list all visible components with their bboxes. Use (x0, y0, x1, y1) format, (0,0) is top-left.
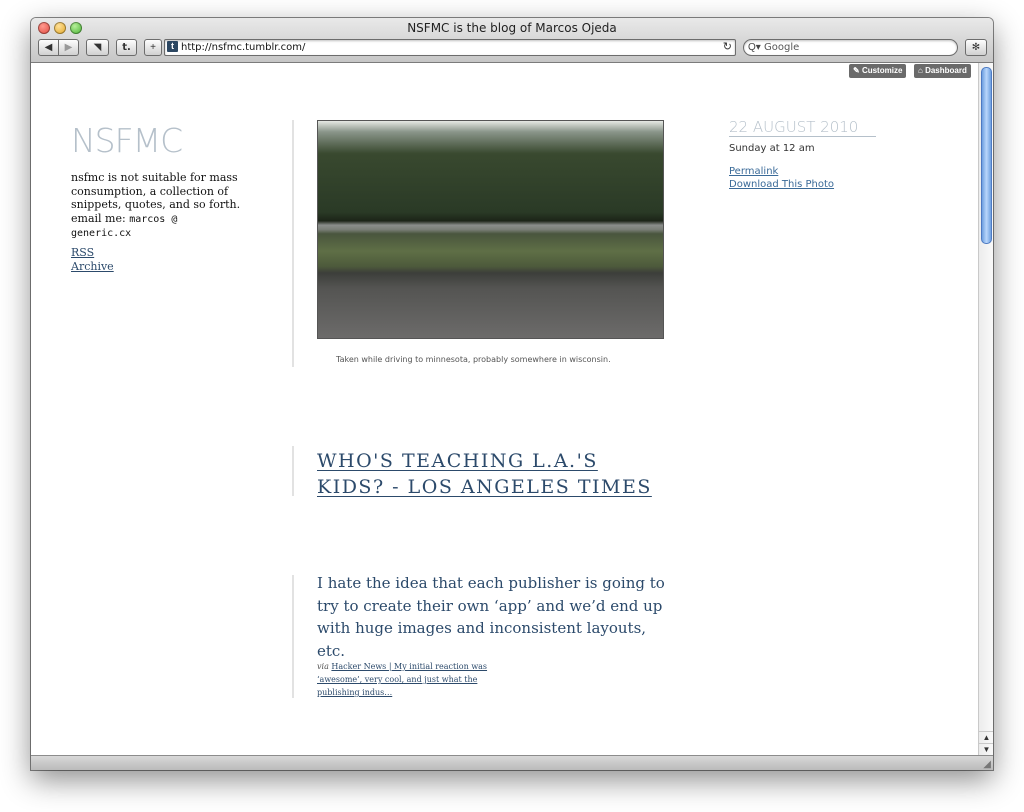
scrollbar-thumb[interactable] (981, 67, 992, 244)
link-post-title[interactable]: Who's teaching L.A.'s kids? - Los Angele… (317, 448, 657, 500)
title-bar: NSFMC is the blog of Marcos Ojeda ◀ ▶ ◥ … (31, 18, 993, 63)
vertical-scrollbar[interactable]: ▲ ▼ (978, 63, 993, 755)
quote-text: I hate the idea that each publisher is g… (317, 574, 665, 660)
add-bookmark-button[interactable]: + (144, 39, 162, 56)
bookmarks-button[interactable]: ◥ (86, 39, 109, 56)
address-bar[interactable]: t http://nsfmc.tumblr.com/ ↻ (164, 39, 736, 56)
window-title: NSFMC is the blog of Marcos Ojeda (407, 21, 617, 35)
bug-report-button[interactable]: ✻ (965, 39, 987, 56)
search-placeholder: Google (764, 42, 800, 53)
download-photo-link[interactable]: Download This Photo (729, 179, 834, 190)
rss-link[interactable]: RSS (71, 246, 94, 259)
permalink-link[interactable]: Permalink (729, 166, 778, 177)
search-field[interactable]: Q▾ Google (743, 39, 958, 56)
scroll-up-arrow-icon[interactable]: ▲ (979, 731, 993, 743)
post-divider (292, 120, 294, 367)
photo-caption: Taken while driving to minnesota, probab… (336, 355, 611, 364)
post-time: Sunday at 12 am (729, 143, 815, 154)
post-divider (292, 446, 294, 496)
tumblr-bookmarklet-button[interactable]: t. (116, 39, 137, 56)
url-text[interactable]: http://nsfmc.tumblr.com/ (181, 40, 305, 55)
site-description: nsfmc is not suitable for mass consumpti… (71, 171, 241, 241)
scroll-down-arrow-icon[interactable]: ▼ (979, 743, 993, 755)
wrench-icon: ✎ (853, 66, 860, 75)
house-icon: ⌂ (918, 66, 923, 75)
search-icon[interactable]: Q▾ (748, 40, 761, 55)
customize-button[interactable]: ✎ Customize (849, 64, 907, 78)
reload-icon[interactable]: ↻ (723, 40, 732, 55)
tumblr-favicon-icon: t (167, 41, 178, 52)
site-title[interactable]: NSFMC (71, 121, 183, 160)
quote-source: via Hacker News | My initial reaction wa… (317, 660, 497, 699)
resize-grip-icon[interactable]: ◢ (983, 759, 991, 770)
dashboard-label: Dashboard (925, 66, 967, 75)
dashboard-button[interactable]: ⌂ Dashboard (914, 64, 971, 78)
via-label: via (317, 662, 329, 671)
post-photo[interactable] (317, 120, 664, 339)
post-divider (292, 575, 294, 698)
status-bar: ◢ (31, 755, 993, 770)
archive-link[interactable]: Archive (71, 260, 114, 273)
forward-button[interactable]: ▶ (58, 39, 79, 56)
back-button[interactable]: ◀ (38, 39, 59, 56)
quote-source-link[interactable]: Hacker News | My initial reaction was ‘a… (317, 662, 487, 697)
post-date: 22 AUGUST 2010 (729, 118, 877, 137)
browser-window: NSFMC is the blog of Marcos Ojeda ◀ ▶ ◥ … (31, 18, 993, 770)
customize-label: Customize (861, 66, 903, 75)
page-content: ✎ Customize ⌂ Dashboard NSFMC nsfmc is n… (31, 63, 978, 755)
